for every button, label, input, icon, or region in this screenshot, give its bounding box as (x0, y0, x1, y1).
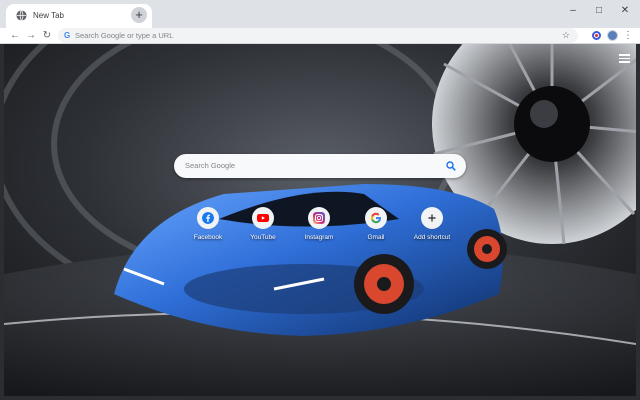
instagram-icon (313, 212, 325, 224)
search-input[interactable]: Search Google (185, 154, 235, 178)
bookmark-star-icon[interactable]: ☆ (562, 28, 570, 43)
menu-icon[interactable] (619, 54, 630, 63)
shortcut-tile (252, 207, 274, 229)
plus-icon (428, 214, 436, 222)
shortcut-tile (421, 207, 443, 229)
close-window-icon[interactable]: ✕ (614, 4, 636, 18)
shortcut-add[interactable]: Add shortcut (402, 207, 462, 241)
google-icon (370, 212, 381, 224)
shortcut-facebook[interactable]: Facebook (178, 207, 238, 241)
back-icon[interactable]: ← (8, 28, 22, 43)
address-bar[interactable]: G Search Google or type a URL ☆ (58, 28, 578, 43)
browser-menu-icon[interactable]: ⋮ (623, 28, 633, 43)
globe-icon (16, 10, 27, 21)
reload-icon[interactable]: ↻ (40, 28, 54, 43)
new-tab-button[interactable]: + (131, 7, 147, 23)
shortcut-label: Instagram (304, 234, 334, 241)
extension-icon[interactable] (592, 31, 601, 40)
shortcut-gmail[interactable]: Gmail (346, 207, 406, 241)
google-search-box[interactable]: Search Google (174, 154, 466, 178)
shortcut-label: Gmail (367, 234, 385, 241)
browser-toolbar: ← → ↻ G Search Google or type a URL ☆ ⋮ (0, 28, 640, 44)
shortcut-tile (308, 207, 330, 229)
maximize-icon[interactable]: □ (588, 4, 610, 18)
address-input[interactable]: Search Google or type a URL (75, 28, 173, 43)
shortcut-label: Add shortcut (413, 234, 451, 241)
tab-title: New Tab (33, 11, 64, 20)
shortcut-tile (365, 207, 387, 229)
facebook-icon (202, 212, 214, 224)
forward-icon[interactable]: → (24, 28, 38, 43)
profile-avatar[interactable] (607, 30, 618, 41)
shortcut-label: YouTube (250, 234, 276, 241)
minimize-icon[interactable]: – (562, 4, 584, 18)
shortcut-label: Facebook (193, 234, 223, 241)
youtube-icon (257, 214, 269, 222)
google-g-icon: G (64, 31, 71, 40)
tab-strip: New Tab × + – □ ✕ (0, 0, 640, 28)
shortcut-youtube[interactable]: YouTube (233, 207, 293, 241)
shortcut-instagram[interactable]: Instagram (289, 207, 349, 241)
new-tab-page: Search Google Facebook YouTube Instagram… (4, 44, 636, 396)
search-icon[interactable] (446, 161, 456, 171)
shortcut-tile (197, 207, 219, 229)
